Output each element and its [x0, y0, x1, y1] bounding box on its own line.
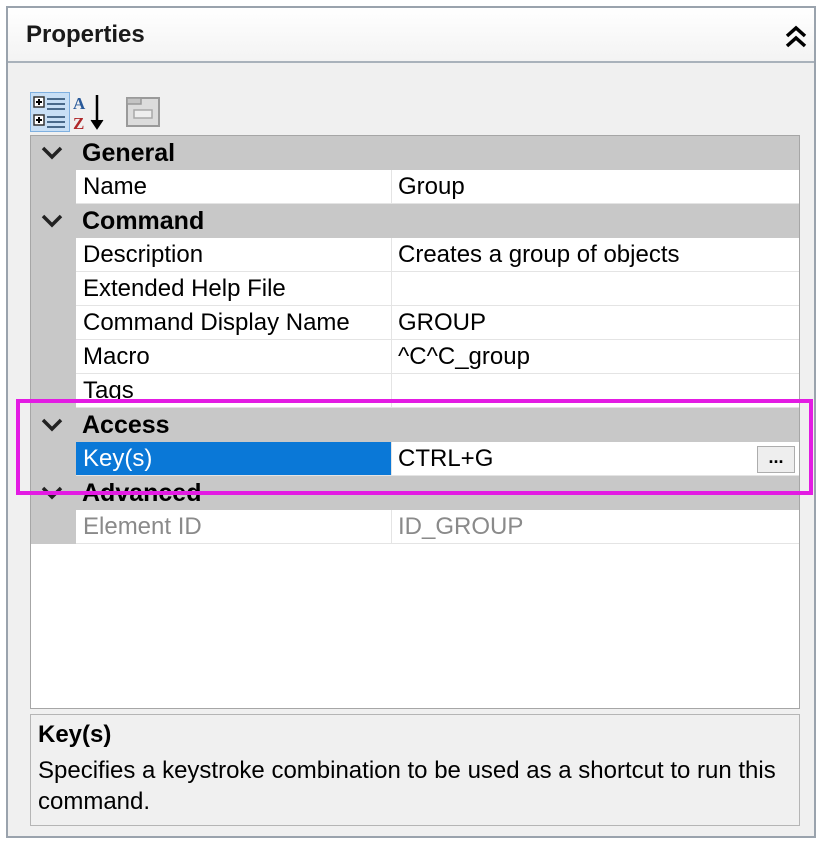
description-panel: Key(s) Specifies a keystroke combination…	[30, 714, 800, 826]
category-command[interactable]: Command	[31, 204, 799, 238]
property-row-extended-help-file[interactable]: Extended Help File	[31, 272, 799, 306]
category-label: General	[82, 139, 176, 167]
chevron-down-icon[interactable]	[41, 417, 63, 433]
property-name: Tags	[76, 374, 392, 408]
property-name: Macro	[76, 340, 392, 374]
property-name: Key(s)	[76, 442, 392, 476]
category-label: Advanced	[82, 479, 202, 507]
property-pages-icon	[126, 97, 160, 127]
property-row-keys[interactable]: Key(s) CTRL+G ...	[31, 442, 799, 476]
properties-panel: Properties A Z General Name Group Comman…	[6, 6, 816, 838]
property-row-macro[interactable]: Macro ^C^C_group	[31, 340, 799, 374]
property-value[interactable]: CTRL+G	[392, 442, 799, 476]
property-grid: General Name Group Command Description C…	[30, 135, 800, 709]
property-value[interactable]	[392, 272, 799, 306]
property-row-command-display-name[interactable]: Command Display Name GROUP	[31, 306, 799, 340]
categorized-view-button[interactable]	[30, 92, 70, 132]
property-value[interactable]: ^C^C_group	[392, 340, 799, 374]
property-row-tags[interactable]: Tags	[31, 374, 799, 408]
property-name: Name	[76, 170, 392, 204]
chevron-down-icon[interactable]	[41, 485, 63, 501]
property-value: ID_GROUP	[392, 510, 799, 544]
property-row-description[interactable]: Description Creates a group of objects	[31, 238, 799, 272]
property-value[interactable]: Creates a group of objects	[392, 238, 799, 272]
property-value[interactable]: Group	[392, 170, 799, 204]
categorized-view-icon	[33, 96, 65, 128]
property-name: Element ID	[76, 510, 392, 544]
property-name: Command Display Name	[76, 306, 392, 340]
panel-header: Properties	[8, 8, 814, 63]
category-label: Access	[82, 411, 170, 439]
category-access[interactable]: Access	[31, 408, 799, 442]
property-name: Extended Help File	[76, 272, 392, 306]
description-title: Key(s)	[38, 721, 112, 748]
svg-text:A: A	[73, 94, 86, 113]
panel-title: Properties	[26, 21, 145, 48]
property-pages-button[interactable]	[124, 92, 164, 132]
alphabetical-sort-icon: A Z	[73, 94, 104, 133]
double-chevron-up-icon[interactable]	[784, 24, 808, 50]
property-value[interactable]: GROUP	[392, 306, 799, 340]
category-advanced[interactable]: Advanced	[31, 476, 799, 510]
chevron-down-icon[interactable]	[41, 213, 63, 229]
category-label: Command	[82, 207, 205, 235]
svg-text:Z: Z	[73, 114, 84, 132]
category-general[interactable]: General	[31, 136, 799, 170]
description-text: Specifies a keystroke combination to be …	[38, 757, 776, 815]
property-value[interactable]	[392, 374, 799, 408]
property-row-element-id[interactable]: Element ID ID_GROUP	[31, 510, 799, 544]
chevron-down-icon[interactable]	[41, 145, 63, 161]
property-row-name[interactable]: Name Group	[31, 170, 799, 204]
property-name: Description	[76, 238, 392, 272]
alphabetical-sort-button[interactable]: A Z	[70, 92, 110, 133]
browse-keys-button[interactable]: ...	[757, 446, 795, 473]
